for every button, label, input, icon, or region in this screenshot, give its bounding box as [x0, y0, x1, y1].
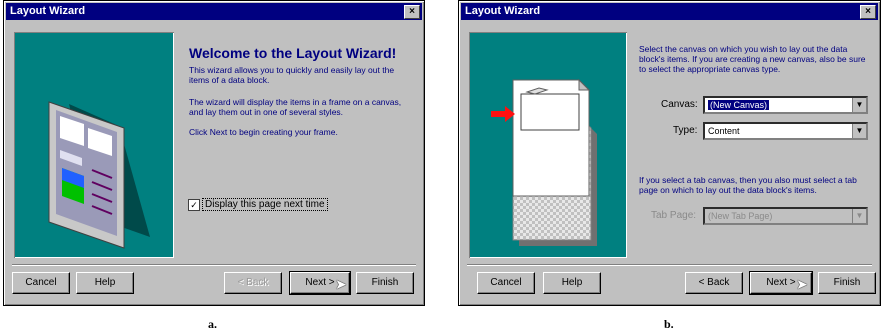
tab-page-note: If you select a tab canvas, then you als… — [639, 175, 857, 195]
type-label: Type: — [673, 125, 698, 136]
intro-text: This wizard allows you to quickly and ea… — [189, 65, 395, 85]
close-icon[interactable]: × — [860, 5, 876, 19]
instruction-text: Click Next to begin creating your frame. — [189, 127, 338, 137]
layout-wizard-window-a: Layout Wizard × Welcome to the Layout Wi… — [3, 0, 425, 306]
show-next-time-label[interactable]: Display this page next time — [202, 198, 328, 211]
type-select[interactable]: Content ▼ — [703, 122, 868, 140]
canvas-label: Canvas: — [661, 99, 698, 110]
tab-page-value: (New Tab Page) — [708, 211, 773, 221]
show-next-time-checkbox[interactable]: ✓ — [188, 199, 200, 211]
description-text: The wizard will display the items in a f… — [189, 97, 402, 117]
caption-a: a. — [208, 317, 217, 331]
back-button[interactable]: < Back — [224, 272, 282, 294]
finish-button[interactable]: Finish — [818, 272, 876, 294]
chevron-down-icon[interactable]: ▼ — [852, 98, 866, 112]
canvas-select[interactable]: (New Canvas) ▼ — [703, 96, 868, 114]
frame-illustration — [48, 101, 150, 249]
finish-button[interactable]: Finish — [356, 272, 414, 294]
chevron-down-icon[interactable]: ▼ — [852, 124, 866, 138]
welcome-heading: Welcome to the Layout Wizard! — [189, 45, 397, 61]
button-separator — [12, 264, 416, 266]
canvas-instructions: Select the canvas on which you wish to l… — [639, 44, 866, 74]
title-bar[interactable]: Layout Wizard × — [461, 3, 878, 20]
window-title: Layout Wizard — [465, 5, 541, 17]
illustration-panel — [469, 32, 627, 258]
mouse-cursor-icon: ➤ — [335, 276, 347, 292]
chevron-down-icon[interactable]: ▼ — [852, 209, 866, 223]
canvas-illustration — [491, 78, 597, 246]
cancel-button[interactable]: Cancel — [12, 272, 70, 294]
illustration-panel — [14, 32, 174, 258]
type-value: Content — [708, 126, 740, 136]
back-button[interactable]: < Back — [685, 272, 743, 294]
tab-page-label: Tab Page: — [651, 210, 697, 221]
title-bar[interactable]: Layout Wizard × — [6, 3, 422, 20]
cancel-button[interactable]: Cancel — [477, 272, 535, 294]
button-separator — [467, 264, 872, 266]
window-title: Layout Wizard — [10, 5, 86, 17]
help-button[interactable]: Help — [76, 272, 134, 294]
tab-page-select[interactable]: (New Tab Page) ▼ — [703, 207, 868, 225]
canvas-value: (New Canvas) — [708, 100, 770, 110]
close-icon[interactable]: × — [404, 5, 420, 19]
mouse-cursor-icon: ➤ — [796, 276, 808, 292]
layout-wizard-window-b: Layout Wizard × Select the canvas on whi… — [458, 0, 881, 306]
caption-b: b. — [664, 317, 674, 331]
help-button[interactable]: Help — [543, 272, 601, 294]
